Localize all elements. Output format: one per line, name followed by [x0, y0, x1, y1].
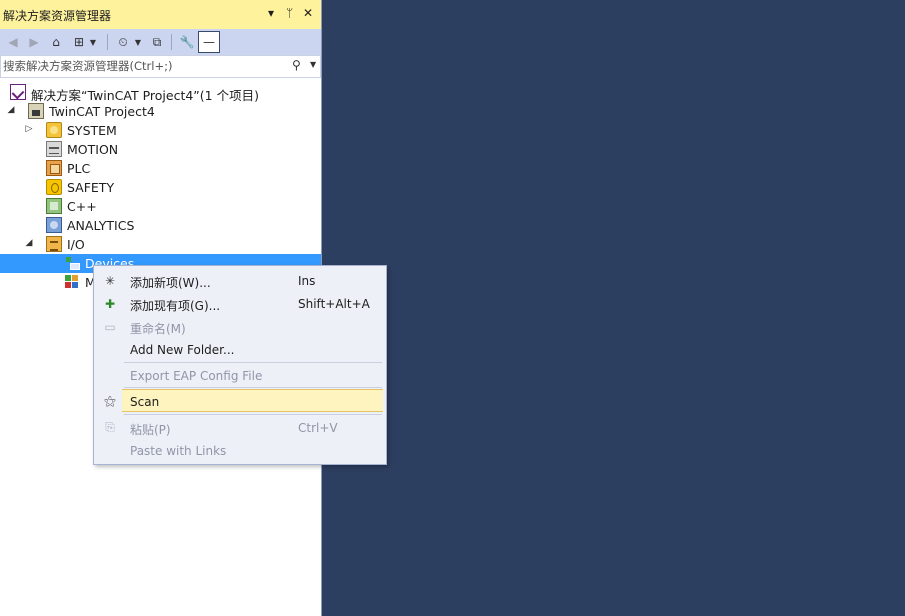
tree-item-project[interactable]: ◢ TwinCAT Project4: [0, 102, 321, 121]
tree-item-safety[interactable]: SAFETY: [0, 178, 321, 197]
search-icon[interactable]: ⚲: [292, 58, 301, 72]
tree-item-label: PLC: [67, 161, 91, 176]
menu-item-shortcut: Ctrl+V: [298, 421, 338, 435]
search-input[interactable]: [3, 57, 283, 74]
window-position-dropdown-icon[interactable]: ▾: [268, 6, 274, 20]
io-icon: [46, 236, 62, 252]
tree-item-label: TwinCAT Project4: [49, 104, 155, 119]
tree-item-label: MOTION: [67, 142, 119, 157]
expand-arrow-icon[interactable]: ▷: [24, 124, 34, 134]
tree-item-solution[interactable]: 解决方案“TwinCAT Project4”(1 个项目): [0, 83, 321, 103]
properties-wrench-icon[interactable]: 🔧: [178, 33, 196, 51]
add-existing-item-icon: ✚: [104, 296, 116, 311]
menu-item-add-folder[interactable]: Add New Folder...: [94, 338, 386, 361]
tree-item-analytics[interactable]: ANALYTICS: [0, 216, 321, 235]
search-box[interactable]: ⚲ ▼: [0, 55, 321, 78]
menu-separator: [124, 387, 382, 388]
plc-icon: [46, 160, 62, 176]
menu-item-export-eap[interactable]: Export EAP Config File: [94, 364, 386, 387]
home-icon[interactable]: ⌂: [47, 33, 65, 51]
safety-icon: [46, 179, 62, 195]
collapse-arrow-icon[interactable]: ◢: [24, 238, 34, 248]
devices-icon: [64, 255, 80, 271]
search-options-dropdown-icon[interactable]: ▼: [310, 60, 316, 69]
switch-views-dropdown-icon[interactable]: ▼: [88, 33, 98, 51]
tree-item-label: ANALYTICS: [67, 218, 135, 233]
menu-item-label: 粘贴(P): [130, 423, 171, 437]
panel-title-bar: 解决方案资源管理器 ▾ ᛘ ✕: [0, 0, 321, 30]
back-icon[interactable]: ◀: [4, 33, 22, 51]
menu-item-label: Scan: [130, 395, 160, 409]
menu-item-label: 添加现有项(G)...: [130, 299, 221, 313]
collapse-arrow-icon[interactable]: ◢: [6, 105, 16, 115]
motion-icon: [46, 141, 62, 157]
panel-title: 解决方案资源管理器: [3, 9, 112, 23]
mappings-icon: [64, 274, 80, 290]
menu-item-shortcut: Shift+Alt+A: [298, 297, 370, 311]
toolbar-separator: [171, 34, 172, 50]
menu-item-label: Add New Folder...: [130, 343, 235, 357]
menu-item-rename[interactable]: ▭ 重命名(M): [94, 315, 386, 338]
forward-icon[interactable]: ▶: [25, 33, 43, 51]
toolbar-separator: [107, 34, 108, 50]
solution-icon: [10, 84, 26, 100]
pending-changes-filter-icon[interactable]: ⏲: [114, 33, 132, 51]
tree-item-label: SYSTEM: [67, 123, 117, 138]
menu-separator: [124, 362, 382, 363]
tree-item-io[interactable]: ◢ I/O: [0, 235, 321, 254]
pin-icon[interactable]: ᛘ: [286, 6, 293, 20]
menu-item-paste[interactable]: ⎘ 粘贴(P) Ctrl+V: [94, 416, 386, 439]
menu-item-add-existing[interactable]: ✚ 添加现有项(G)... Shift+Alt+A: [94, 292, 386, 315]
menu-item-label: Export EAP Config File: [130, 369, 263, 383]
paste-icon: ⎘: [105, 420, 115, 434]
filter-dropdown-icon[interactable]: ▼: [133, 33, 143, 51]
menu-item-label: 重命名(M): [130, 322, 186, 336]
collapse-all-icon[interactable]: ⧉: [148, 33, 166, 51]
tree-item-label: SAFETY: [67, 180, 115, 195]
menu-item-label: 添加新项(W)...: [130, 276, 211, 290]
switch-views-icon[interactable]: ⊞: [70, 33, 88, 51]
tree-item-label: I/O: [67, 237, 85, 252]
menu-item-label: Paste with Links: [130, 444, 227, 458]
menu-item-shortcut: Ins: [298, 274, 316, 288]
close-icon[interactable]: ✕: [303, 6, 313, 20]
analytics-icon: [46, 217, 62, 233]
tree-item-label: C++: [67, 199, 97, 214]
tree-item-plc[interactable]: PLC: [0, 159, 321, 178]
menu-item-add-new[interactable]: ✳ 添加新项(W)... Ins: [94, 269, 386, 292]
magic-wand-icon: ⚝: [104, 394, 116, 408]
add-new-item-icon: ✳: [104, 273, 116, 288]
rename-icon: ▭: [104, 319, 116, 334]
tree-item-cpp[interactable]: C++: [0, 197, 321, 216]
context-menu: ✳ 添加新项(W)... Ins ✚ 添加现有项(G)... Shift+Alt…: [93, 265, 387, 465]
menu-separator: [124, 414, 382, 415]
panel-toolbar: ◀ ▶ ⌂ ⊞ ▼ ⏲ ▼ ⧉ 🔧 —: [0, 29, 321, 55]
menu-item-paste-links[interactable]: Paste with Links: [94, 439, 386, 462]
twincat-project-icon: [28, 103, 44, 119]
menu-item-scan[interactable]: ⚝ Scan: [104, 389, 383, 412]
tree-item-motion[interactable]: MOTION: [0, 140, 321, 159]
preview-selected-items-icon[interactable]: —: [198, 31, 220, 53]
cpp-icon: [46, 198, 62, 214]
system-icon: [46, 122, 62, 138]
tree-item-system[interactable]: ▷ SYSTEM: [0, 121, 321, 140]
